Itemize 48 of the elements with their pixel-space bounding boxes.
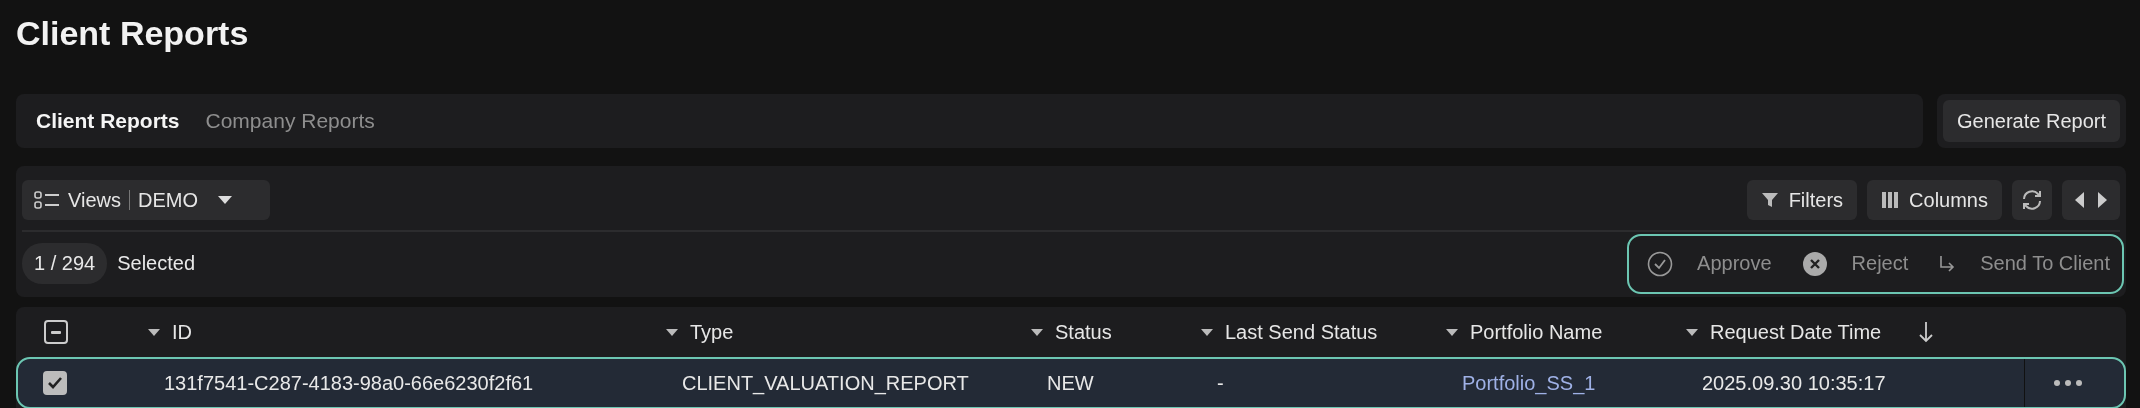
caret-icon[interactable] — [666, 328, 678, 336]
portfolio-link[interactable]: Portfolio_SS_1 — [1462, 371, 1596, 394]
sort-arrow-icon[interactable] — [1919, 321, 1934, 343]
table-cell: CLIENT_VALUATION_REPORT — [682, 371, 969, 394]
table-row[interactable]: 131f7541-C287-4183-98a0-66e6230f2f61 CLIENT_VALUATION_REPORT NEW - Portfolio_SS_1 2025.09.30 10:35:17 — [16, 357, 2126, 408]
list-icon — [34, 190, 60, 210]
generate-report-button[interactable]: Generate Report — [1943, 100, 2120, 142]
caret-icon[interactable] — [1031, 328, 1043, 336]
columns-icon — [1881, 191, 1900, 209]
filters-button[interactable]: Filters — [1746, 180, 1858, 220]
table-cell: 2025.09.30 10:35:17 — [1702, 371, 1886, 394]
caret-icon[interactable] — [1686, 328, 1698, 336]
tab[interactable]: Company Reports — [203, 103, 391, 139]
caret-icon[interactable] — [148, 328, 160, 336]
caret-icon[interactable] — [1446, 328, 1458, 336]
page-title: Client Reports — [16, 13, 250, 54]
table-cell: 131f7541-C287-4183-98a0-66e6230f2f61 — [164, 371, 534, 394]
column-header[interactable]: Type — [690, 320, 734, 344]
views-label: Views — [68, 188, 121, 212]
column-header[interactable]: Portfolio Name — [1470, 320, 1603, 344]
refresh-icon — [2020, 188, 2044, 212]
approve-button[interactable]: Approve — [1647, 250, 1778, 277]
left-right-arrows-icon — [2074, 191, 2108, 209]
close-circle-icon — [1801, 250, 1828, 277]
columns-button[interactable]: Columns — [1867, 180, 2002, 220]
column-header[interactable]: ID — [172, 320, 192, 344]
views-dropdown[interactable]: Views DEMO — [22, 180, 270, 220]
reject-button[interactable]: Reject — [1801, 250, 1915, 277]
turn-right-arrow-icon — [1938, 254, 1957, 273]
send-button[interactable]: Send To Client — [1938, 252, 2116, 275]
caret-icon — [218, 196, 232, 204]
table-cell: NEW — [1047, 371, 1094, 394]
scroll-arrows-button[interactable] — [2062, 180, 2120, 220]
column-header[interactable]: Status — [1055, 320, 1112, 344]
row-checkbox[interactable] — [43, 371, 67, 395]
check-circle-icon — [1647, 250, 1674, 277]
selection-count: 1 / 294 — [22, 243, 108, 284]
selection-label: Selected — [117, 252, 195, 275]
column-header[interactable]: Request Date Time — [1710, 320, 1882, 344]
more-dots-icon — [2053, 379, 2083, 387]
column-header[interactable]: Last Send Status — [1225, 320, 1378, 344]
tab[interactable]: Client Reports — [34, 103, 196, 139]
refresh-button[interactable] — [2012, 180, 2052, 220]
filter-icon — [1760, 191, 1779, 209]
views-value: DEMO — [138, 188, 198, 212]
select-all-checkbox[interactable] — [44, 320, 68, 344]
caret-icon[interactable] — [1201, 328, 1213, 336]
table-cell: - — [1217, 371, 1224, 394]
